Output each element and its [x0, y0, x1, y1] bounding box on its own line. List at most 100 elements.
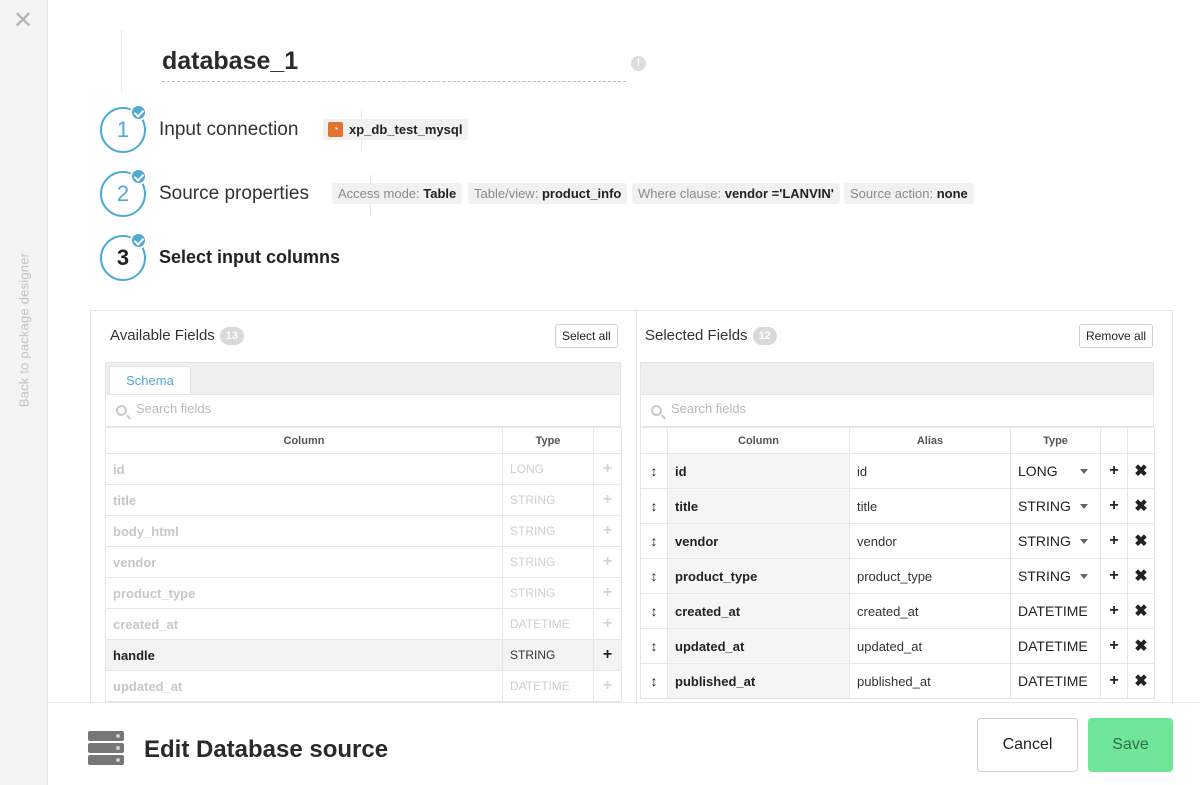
- info-icon[interactable]: !: [631, 56, 646, 71]
- drag-handle-icon[interactable]: ↕: [640, 523, 668, 559]
- alias-input[interactable]: id: [849, 453, 1011, 489]
- rss-feed-icon: ◔: [328, 122, 343, 137]
- drag-handle-icon[interactable]: ↕: [640, 628, 668, 664]
- add-icon[interactable]: +: [593, 453, 622, 485]
- add-icon[interactable]: +: [1100, 593, 1128, 629]
- add-icon[interactable]: +: [1100, 488, 1128, 524]
- add-icon[interactable]: +: [1100, 523, 1128, 559]
- caret-down-icon: [1080, 469, 1088, 474]
- panel-title-text: Available Fields: [110, 327, 215, 344]
- remove-icon[interactable]: ✖: [1127, 628, 1155, 664]
- database-icon: [88, 731, 124, 765]
- selected-search: [640, 394, 1154, 427]
- type-header: Type: [1010, 427, 1101, 454]
- title-divider: [121, 30, 122, 92]
- table-row: ↕ updated_at updated_at DATETIME + ✖: [640, 628, 1155, 664]
- add-icon[interactable]: +: [593, 515, 622, 547]
- drag-handle-icon[interactable]: ↕: [640, 593, 668, 629]
- type-value: DATETIME: [1018, 638, 1088, 654]
- type-select[interactable]: DATETIME: [1010, 628, 1101, 664]
- add-icon[interactable]: +: [593, 546, 622, 578]
- add-icon[interactable]: +: [593, 577, 622, 609]
- save-button[interactable]: Save: [1088, 718, 1173, 772]
- remove-icon[interactable]: ✖: [1127, 558, 1155, 594]
- remove-icon[interactable]: ✖: [1127, 523, 1155, 559]
- column-name: published_at: [667, 663, 850, 699]
- column-selector: Available Fields13 Select all Schema Col…: [90, 310, 1173, 702]
- drag-handle-icon[interactable]: ↕: [640, 453, 668, 489]
- add-icon[interactable]: +: [1100, 663, 1128, 699]
- schema-tabbar: Schema: [105, 362, 621, 395]
- alias-input[interactable]: vendor: [849, 523, 1011, 559]
- remove-icon[interactable]: ✖: [1127, 663, 1155, 699]
- panel-divider: [636, 311, 637, 702]
- type-select[interactable]: DATETIME: [1010, 593, 1101, 629]
- check-icon: [130, 168, 147, 185]
- table-row[interactable]: handle STRING +: [105, 639, 622, 671]
- available-search-input[interactable]: [136, 401, 436, 416]
- footer-bar: Edit Database source Cancel Save: [48, 702, 1200, 785]
- prop-value: vendor ='LANVIN': [724, 186, 834, 201]
- column-name: title: [667, 488, 850, 524]
- cancel-button[interactable]: Cancel: [977, 718, 1078, 772]
- remove-icon[interactable]: ✖: [1127, 593, 1155, 629]
- add-header: [1100, 427, 1128, 454]
- remove-icon[interactable]: ✖: [1127, 453, 1155, 489]
- access-mode-chip: Access mode: Table: [332, 183, 463, 204]
- column-name: updated_at: [105, 670, 503, 702]
- select-all-button[interactable]: Select all: [555, 324, 618, 348]
- selected-search-input[interactable]: [671, 401, 971, 416]
- add-icon[interactable]: +: [593, 608, 622, 640]
- type-select[interactable]: STRING: [1010, 523, 1101, 559]
- type-select[interactable]: STRING: [1010, 558, 1101, 594]
- column-type: STRING: [502, 639, 594, 671]
- column-name: created_at: [667, 593, 850, 629]
- alias-input[interactable]: title: [849, 488, 1011, 524]
- add-icon[interactable]: +: [593, 484, 622, 516]
- column-name: id: [667, 453, 850, 489]
- available-fields-title: Available Fields 13: [110, 327, 245, 345]
- drag-handle-icon[interactable]: ↕: [640, 663, 668, 699]
- table-row: ↕ created_at created_at DATETIME + ✖: [640, 593, 1155, 629]
- table-row: updated_at DATETIME +: [105, 670, 622, 702]
- table-row: ↕ vendor vendor STRING + ✖: [640, 523, 1155, 559]
- connection-name: xp_db_test_mysql: [349, 122, 463, 137]
- selected-fields-panel: Selected Fields12 Remove all Column Alia…: [640, 311, 1159, 702]
- add-icon[interactable]: +: [1100, 558, 1128, 594]
- step-label: Source properties: [159, 183, 309, 204]
- drag-handle-icon[interactable]: ↕: [640, 558, 668, 594]
- available-fields-panel: Available Fields13 Select all Schema Col…: [105, 311, 625, 702]
- remove-icon[interactable]: ✖: [1127, 488, 1155, 524]
- back-to-designer-link[interactable]: Back to package designer: [17, 253, 32, 407]
- handle-header: [640, 427, 668, 454]
- add-icon[interactable]: +: [1100, 453, 1128, 489]
- column-type: DATETIME: [502, 670, 594, 702]
- check-icon: [130, 104, 147, 121]
- add-icon[interactable]: +: [1100, 628, 1128, 664]
- column-name: id: [105, 453, 503, 485]
- alias-input[interactable]: published_at: [849, 663, 1011, 699]
- connection-chip[interactable]: ◔ xp_db_test_mysql: [323, 119, 469, 140]
- type-value: STRING: [1018, 568, 1071, 584]
- alias-input[interactable]: updated_at: [849, 628, 1011, 664]
- type-value: DATETIME: [1018, 603, 1088, 619]
- available-count-badge: 13: [219, 327, 245, 345]
- component-name-input[interactable]: database_1: [162, 44, 626, 82]
- add-icon[interactable]: +: [593, 670, 622, 702]
- alias-input[interactable]: created_at: [849, 593, 1011, 629]
- column-header: Column: [105, 427, 503, 454]
- close-icon[interactable]: ✕: [13, 9, 33, 33]
- remove-all-button[interactable]: Remove all: [1079, 324, 1154, 348]
- type-select[interactable]: STRING: [1010, 488, 1101, 524]
- drag-handle-icon[interactable]: ↕: [640, 488, 668, 524]
- main-panel: database_1 ! 1 Input connection ◔ xp_db_…: [48, 0, 1200, 702]
- column-name: title: [105, 484, 503, 516]
- tab-schema[interactable]: Schema: [109, 366, 191, 395]
- type-select[interactable]: DATETIME: [1010, 663, 1101, 699]
- add-icon[interactable]: +: [593, 639, 622, 671]
- alias-input[interactable]: product_type: [849, 558, 1011, 594]
- table-row: id LONG +: [105, 453, 622, 485]
- table-row: body_html STRING +: [105, 515, 622, 547]
- type-select[interactable]: LONG: [1010, 453, 1101, 489]
- table-row: created_at DATETIME +: [105, 608, 622, 640]
